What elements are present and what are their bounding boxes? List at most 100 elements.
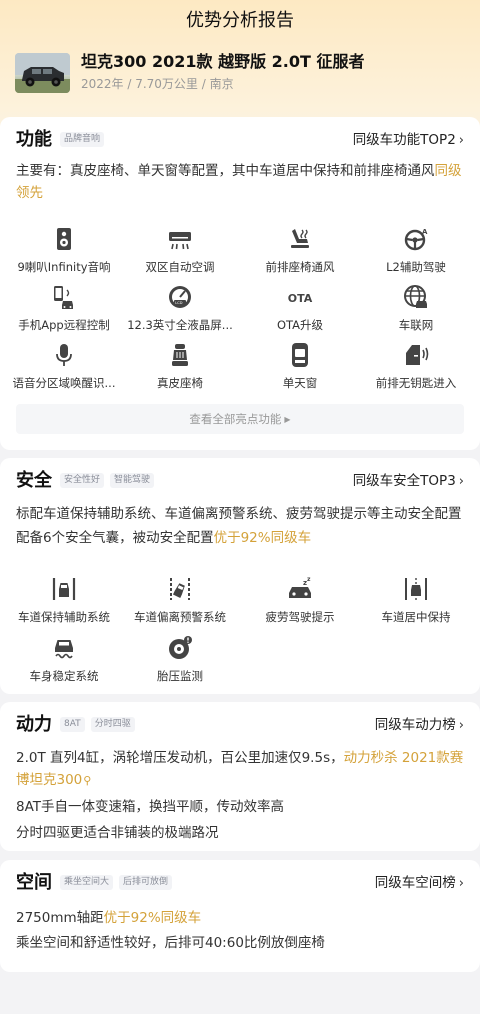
function-description: 主要有：真皮座椅、单天窗等配置，其中车道居中保持和前排座椅通风同级领先 [16,160,464,204]
function-title: 功能 [16,129,52,150]
svg-text:LCD: LCD [175,301,183,305]
chevron-right-icon: › [458,133,464,148]
safety-tag: 智能驾驶 [110,473,155,488]
safety-tag: 安全性好 [60,473,105,488]
feature-item[interactable]: 前排无钥匙进入 [356,341,476,391]
function-card: 功能 品牌音响 同级车功能TOP2 › 主要有：真皮座椅、单天窗等配置，其中车道居… [0,117,480,450]
function-rank-label: 同级车功能TOP2 [352,132,456,148]
lane-keep-icon [50,575,78,603]
car-thumbnail [15,53,70,93]
power-tags: 8AT 分时四驱 [60,717,135,732]
feature-label: 车道居中保持 [381,610,451,624]
space-tag: 乘坐空间大 [60,875,114,890]
space-title: 空间 [16,872,52,893]
power-rank-link[interactable]: 同级车动力榜 › [375,714,464,737]
globe-car-icon [402,283,430,311]
feature-label: 12.3英寸全液晶屏... [127,318,233,332]
feature-label: 真皮座椅 [157,376,203,390]
space-card-header: 空间 乘坐空间大 后排可放倒 同级车空间榜 › [16,870,464,896]
keyless-door-icon [402,341,430,369]
feature-item[interactable]: 胎压监测 [120,634,240,684]
safety-description: 标配车道保持辅助系统、车道偏离预警系统、疲劳驾驶提示等主动安全配置 配备6个安全… [16,503,464,549]
space-tag: 后排可放倒 [119,875,173,890]
stability-control-icon [50,634,78,662]
safety-title: 安全 [16,470,52,491]
feature-label: 单天窗 [282,376,318,390]
safety-card: 安全 安全性好 智能驾驶 同级车安全TOP3 › 标配车道保持辅助系统、车道偏离预… [0,458,480,694]
space-rank-label: 同级车空间榜 [374,875,456,891]
feature-label: 双区自动空调 [145,260,215,274]
steering-wheel-assist-icon: A [402,225,430,253]
feature-label: 手机App远程控制 [18,318,110,332]
feature-label: 车身稳定系统 [29,669,99,683]
caret-right-icon: ▶ [284,415,291,424]
function-desc-text: 主要有：真皮座椅、单天窗等配置，其中车道居中保持和前排座椅通风 [16,163,435,179]
microphone-icon [50,341,78,369]
feature-item[interactable]: 车道偏离预警系统 [120,575,240,625]
feature-item[interactable]: 车道居中保持 [356,575,476,625]
car-meta: 2022年 / 7.70万公里 / 南京 [81,77,234,91]
feature-label: 疲劳驾驶提示 [265,610,335,624]
feature-item[interactable]: 双区自动空调 [120,225,240,275]
feature-item[interactable]: 语音分区域唤醒识... [4,341,124,391]
power-card-header: 动力 8AT 分时四驱 同级车动力榜 › [16,712,464,738]
feature-item[interactable]: 车联网 [356,283,476,333]
power-rank-label: 同级车动力榜 [374,717,456,733]
chevron-right-icon: › [458,876,464,891]
svg-text:z: z [307,576,311,583]
chevron-right-icon: › [458,718,464,733]
car-header: 坦克300 2021款 越野版 2.0T 征服者 2022年 / 7.70万公里… [15,50,465,98]
power-desc-text: 2.0T 直列4缸，涡轮增压发动机，百公里加速仅9.5s， [16,750,344,766]
svg-text:A: A [422,228,428,236]
feature-item[interactable]: 真皮座椅 [120,341,240,391]
speaker-icon [50,225,78,253]
feature-label: 车联网 [398,318,434,332]
feature-label: 车道保持辅助系统 [18,610,110,624]
feature-item[interactable]: OTA OTA升级 [240,283,360,333]
safety-rank-link[interactable]: 同级车安全TOP3 › [353,470,464,493]
power-desc-line: 分时四驱更适合非铺装的极端路况 [16,825,219,841]
space-desc-text: 2750mm轴距 [16,910,104,926]
tire-pressure-icon [166,634,194,662]
ota-icon: OTA [286,283,314,311]
sunroof-icon [286,341,314,369]
power-desc-line: 8AT手自一体变速箱，换挡平顺，传动效率高 [16,799,285,815]
safety-tags: 安全性好 智能驾驶 [60,473,155,488]
feature-item[interactable]: 单天窗 [240,341,360,391]
air-conditioner-icon [166,225,194,253]
fatigue-driving-icon: zz [286,575,314,603]
feature-label: 前排座椅通风 [265,260,335,274]
view-all-features-button[interactable]: 查看全部亮点功能 ▶ [16,404,464,434]
feature-item[interactable]: 车身稳定系统 [4,634,124,684]
svg-text:OTA: OTA [288,292,313,305]
power-tag: 8AT [60,717,85,732]
space-rank-link[interactable]: 同级车空间榜 › [375,872,464,895]
feature-label: 前排无钥匙进入 [375,376,457,390]
feature-item[interactable]: 手机App远程控制 [4,283,124,333]
function-card-header: 功能 品牌音响 同级车功能TOP2 › [16,127,464,153]
feature-item[interactable]: 车道保持辅助系统 [4,575,124,625]
feature-label: 胎压监测 [157,669,203,683]
car-name: 坦克300 2021款 越野版 2.0T 征服者 [81,52,365,71]
function-tags: 品牌音响 [60,132,105,147]
space-description: 2750mm轴距优于92%同级车 乘坐空间和舒适性较好，后排可40:60比例放倒… [16,907,464,954]
safety-desc-text: 配备6个安全气囊，被动安全配置 [16,530,214,546]
feature-label: 9喇叭Infinity音响 [17,260,111,274]
feature-item[interactable]: 9喇叭Infinity音响 [4,225,124,275]
space-desc-line: 乘坐空间和舒适性较好，后排可40:60比例放倒座椅 [16,935,325,951]
power-title: 动力 [16,714,52,735]
function-tag: 品牌音响 [60,132,105,147]
function-rank-link[interactable]: 同级车功能TOP2 › [353,129,464,152]
feature-label: L2辅助驾驶 [386,260,446,274]
feature-item[interactable]: A L2辅助驾驶 [356,225,476,275]
lcd-dashboard-icon: LCD [166,283,194,311]
space-tags: 乘坐空间大 后排可放倒 [60,875,173,890]
safety-desc-line: 标配车道保持辅助系统、车道偏离预警系统、疲劳驾驶提示等主动安全配置 [16,506,462,522]
feature-item[interactable]: LCD 12.3英寸全液晶屏... [120,283,240,333]
feature-item[interactable]: 前排座椅通风 [240,225,360,275]
power-card: 动力 8AT 分时四驱 同级车动力榜 › 2.0T 直列4缸，涡轮增压发动机，百公… [0,702,480,851]
feature-label: 车道偏离预警系统 [134,610,226,624]
feature-item[interactable]: zz 疲劳驾驶提示 [240,575,360,625]
power-description: 2.0T 直列4缸，涡轮增压发动机，百公里加速仅9.5s，动力秒杀 2021款赛… [16,747,464,844]
safety-desc-highlight: 优于92%同级车 [213,530,312,546]
